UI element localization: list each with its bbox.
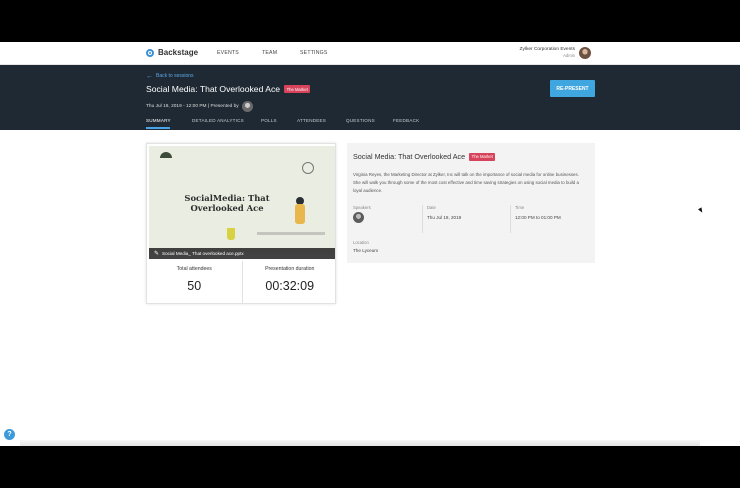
person-illustration — [295, 204, 305, 224]
speakers-label: Speakers — [353, 205, 371, 210]
org-name: Zylker Corporation Events — [519, 47, 575, 52]
location-label: Location — [353, 240, 369, 245]
time-value: 12:00 PM to 01:00 PM — [515, 215, 561, 220]
nav-team[interactable]: TEAM — [262, 50, 277, 56]
presentation-preview-card: SocialMedia: That Overlooked Ace ✎ Socia… — [146, 143, 336, 304]
category-badge: The Market — [284, 85, 311, 93]
nav-settings[interactable]: SETTINGS — [300, 50, 328, 56]
top-nav: Backstage EVENTS TEAM SETTINGS Zylker Co… — [0, 42, 740, 65]
nav-events[interactable]: EVENTS — [217, 50, 239, 56]
tab-feedback[interactable]: FEEDBACK — [393, 118, 419, 123]
stat-label: Presentation duration — [265, 266, 315, 272]
paperclip-icon: ✎ — [154, 251, 160, 257]
stat-presentation-duration: Presentation duration 00:32:09 — [241, 261, 338, 303]
details-badge: The Market — [469, 152, 496, 161]
presenter-avatar[interactable] — [241, 101, 253, 112]
app-window: Backstage EVENTS TEAM SETTINGS Zylker Co… — [0, 42, 740, 446]
title-row: Social Media: That Overlooked Ace The Ma… — [146, 84, 311, 94]
location-value: The Lyceum — [353, 248, 379, 253]
clock-illustration — [302, 162, 314, 174]
session-meta: Thu Jul 18, 2019 - 12:00 PM | Presented … — [146, 101, 253, 112]
lamp-illustration — [160, 152, 172, 158]
speaker-avatar[interactable] — [353, 212, 364, 223]
stat-total-attendees: Total attendees 50 — [147, 261, 242, 303]
stat-value: 50 — [187, 279, 202, 293]
active-tab-indicator — [146, 127, 170, 129]
slide-title: SocialMedia: That Overlooked Ace — [184, 193, 270, 213]
time-field: Time 12:00 PM to 01:00 PM — [510, 205, 590, 233]
tab-summary[interactable]: SUMMARY — [146, 118, 171, 123]
mouse-cursor — [698, 207, 704, 214]
slide-thumbnail[interactable]: SocialMedia: That Overlooked Ace — [149, 146, 335, 253]
stat-value: 00:32:09 — [265, 279, 315, 293]
org-role: Admin — [563, 53, 575, 58]
backstage-logo-icon — [146, 48, 154, 57]
back-label: Back to sessions — [156, 73, 194, 79]
file-name: Social Media_ That overlooked ace.pptx — [162, 251, 244, 256]
time-label: Time — [515, 205, 525, 210]
details-title: Social Media: That Overlooked Ace — [353, 152, 466, 161]
back-to-sessions-link[interactable]: ← Back to sessions — [146, 72, 194, 80]
brand-name: Backstage — [158, 48, 199, 57]
session-stats: Total attendees 50 Presentation duration… — [147, 261, 337, 303]
tab-attendees[interactable]: ATTENDEES — [297, 118, 326, 123]
session-description: Virginia Reyes, the Marketing Director a… — [353, 172, 579, 194]
location-field: Location The Lyceum — [353, 240, 378, 253]
help-button[interactable]: ? — [4, 429, 15, 440]
brand-logo[interactable]: Backstage — [146, 48, 198, 57]
stat-label: Total attendees — [176, 266, 212, 272]
user-avatar[interactable] — [579, 47, 591, 59]
tab-detailed-analytics[interactable]: DETAILED ANALYTICS — [192, 118, 244, 123]
re-present-button[interactable]: RE-PRESENT — [550, 80, 595, 97]
plant-illustration — [227, 228, 235, 240]
page-title: Social Media: That Overlooked Ace — [146, 84, 281, 94]
tab-polls[interactable]: POLLS — [261, 118, 277, 123]
bottom-edge — [20, 440, 700, 446]
session-datetime: Thu Jul 18, 2019 - 12:00 PM | Presented … — [146, 104, 239, 109]
file-name-bar[interactable]: ✎ Social Media_ That overlooked ace.pptx — [149, 248, 335, 259]
speakers-field: Speakers — [353, 205, 423, 233]
date-label: Date — [427, 205, 436, 210]
arrow-left-icon: ← — [146, 72, 153, 80]
session-header: ← Back to sessions Social Media: That Ov… — [0, 65, 740, 130]
tab-questions[interactable]: QUESTIONS — [346, 118, 375, 123]
date-value: Thu Jul 18, 2019 — [427, 215, 462, 220]
session-details-panel: Social Media: That Overlooked Ace The Ma… — [347, 143, 595, 263]
desk-illustration — [257, 232, 325, 235]
org-info[interactable]: Zylker Corporation Events Admin — [520, 47, 575, 58]
date-field: Date Thu Jul 18, 2019 — [422, 205, 511, 233]
details-title-row: Social Media: That Overlooked Ace The Ma… — [353, 152, 496, 161]
